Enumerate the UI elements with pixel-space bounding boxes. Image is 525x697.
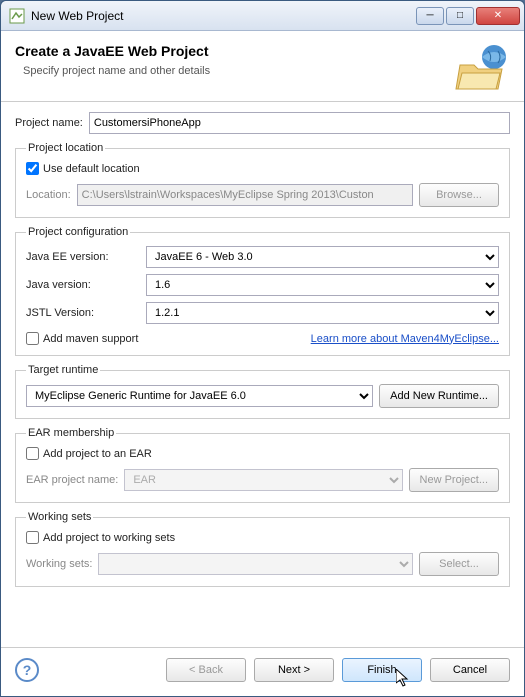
header-title: Create a JavaEE Web Project — [15, 43, 454, 59]
dialog-footer: ? < Back Next > Finish Cancel — [1, 647, 524, 696]
target-runtime-legend: Target runtime — [26, 364, 100, 376]
ear-membership-legend: EAR membership — [26, 427, 116, 439]
project-name-row: Project name: — [15, 112, 510, 134]
app-icon — [9, 8, 25, 24]
ear-membership-group: EAR membership Add project to an EAR EAR… — [15, 427, 510, 503]
javaee-version-label: Java EE version: — [26, 251, 146, 263]
project-configuration-legend: Project configuration — [26, 226, 130, 238]
add-to-ear-label: Add project to an EAR — [43, 448, 152, 460]
help-button[interactable]: ? — [15, 658, 39, 682]
working-sets-legend: Working sets — [26, 511, 93, 523]
maximize-button[interactable]: □ — [446, 7, 474, 25]
close-button[interactable]: ✕ — [476, 7, 520, 25]
back-button: < Back — [166, 658, 246, 682]
location-label: Location: — [26, 189, 71, 201]
working-sets-select — [98, 553, 413, 575]
add-maven-label: Add maven support — [43, 333, 138, 345]
java-version-label: Java version: — [26, 279, 146, 291]
project-location-group: Project location Use default location Lo… — [15, 142, 510, 218]
use-default-location-label: Use default location — [43, 163, 140, 175]
folder-globe-icon — [454, 43, 510, 91]
working-sets-group: Working sets Add project to working sets… — [15, 511, 510, 587]
add-to-working-sets-checkbox[interactable] — [26, 531, 39, 544]
project-configuration-group: Project configuration Java EE version: J… — [15, 226, 510, 356]
ear-project-name-label: EAR project name: — [26, 474, 118, 486]
dialog-content: Project name: Project location Use defau… — [1, 102, 524, 647]
java-version-select[interactable]: 1.6 — [146, 274, 499, 296]
header-subtitle: Specify project name and other details — [23, 65, 454, 77]
add-to-ear-checkbox[interactable] — [26, 447, 39, 460]
next-button[interactable]: Next > — [254, 658, 334, 682]
project-name-input[interactable] — [89, 112, 510, 134]
dialog-window: New Web Project ─ □ ✕ Create a JavaEE We… — [0, 0, 525, 697]
target-runtime-select[interactable]: MyEclipse Generic Runtime for JavaEE 6.0 — [26, 385, 373, 407]
maven-learn-more-link[interactable]: Learn more about Maven4MyEclipse... — [311, 333, 499, 345]
jstl-version-label: JSTL Version: — [26, 307, 146, 319]
use-default-location-checkbox[interactable] — [26, 162, 39, 175]
new-ear-project-button: New Project... — [409, 468, 499, 492]
finish-button[interactable]: Finish — [342, 658, 422, 682]
add-to-working-sets-label: Add project to working sets — [43, 532, 175, 544]
project-name-label: Project name: — [15, 117, 83, 129]
window-title: New Web Project — [31, 9, 416, 23]
javaee-version-select[interactable]: JavaEE 6 - Web 3.0 — [146, 246, 499, 268]
working-sets-label: Working sets: — [26, 558, 92, 570]
titlebar[interactable]: New Web Project ─ □ ✕ — [1, 1, 524, 31]
add-maven-checkbox[interactable] — [26, 332, 39, 345]
target-runtime-group: Target runtime MyEclipse Generic Runtime… — [15, 364, 510, 419]
browse-button: Browse... — [419, 183, 499, 207]
add-runtime-button[interactable]: Add New Runtime... — [379, 384, 499, 408]
jstl-version-select[interactable]: 1.2.1 — [146, 302, 499, 324]
location-input — [77, 184, 413, 206]
cancel-button[interactable]: Cancel — [430, 658, 510, 682]
project-location-legend: Project location — [26, 142, 105, 154]
dialog-header: Create a JavaEE Web Project Specify proj… — [1, 31, 524, 102]
ear-project-name-select: EAR — [124, 469, 402, 491]
minimize-button[interactable]: ─ — [416, 7, 444, 25]
window-controls: ─ □ ✕ — [416, 7, 520, 25]
select-working-sets-button: Select... — [419, 552, 499, 576]
